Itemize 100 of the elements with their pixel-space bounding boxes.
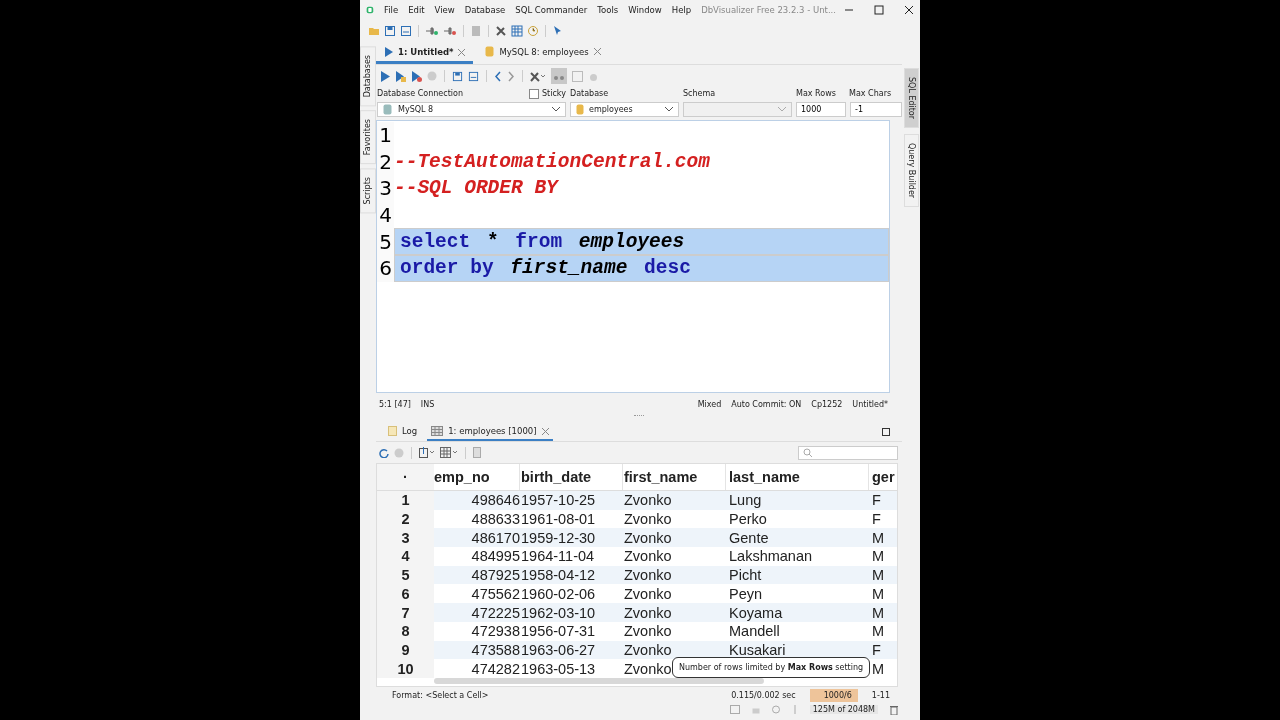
forward-icon[interactable] xyxy=(507,70,515,82)
trash-icon[interactable] xyxy=(890,704,898,715)
row-number: 6 xyxy=(377,584,434,604)
line-number: 3 xyxy=(377,175,394,202)
menu-item[interactable]: Help xyxy=(671,5,692,15)
side-tab[interactable]: SQL Editor xyxy=(903,68,919,129)
refresh-icon[interactable] xyxy=(379,447,389,458)
table-cell: F xyxy=(872,642,881,658)
menu-item[interactable]: File xyxy=(383,5,399,15)
sticky-checkbox[interactable] xyxy=(529,88,539,99)
menu-item[interactable]: Tools xyxy=(597,5,619,15)
connect-icon[interactable] xyxy=(425,25,439,37)
row-number: 7 xyxy=(377,603,434,622)
table-cell: 472225 xyxy=(471,604,520,621)
table-cell: M xyxy=(872,529,885,546)
table-cell: Perko xyxy=(729,510,767,527)
table-cell: F xyxy=(872,510,881,527)
table-cell: 1958-04-12 xyxy=(521,567,596,584)
status-text: INS xyxy=(420,399,435,409)
back-icon[interactable] xyxy=(494,70,502,82)
database-dropdown[interactable]: employees xyxy=(570,101,679,117)
field-label: Schema xyxy=(683,89,716,98)
column-icon[interactable] xyxy=(473,447,481,458)
table-cell: 1957-10-25 xyxy=(521,492,596,509)
save-all-icon[interactable] xyxy=(400,25,412,37)
splitter-handle[interactable] xyxy=(634,415,644,418)
column-header[interactable]: last_name xyxy=(726,464,869,490)
menu-item[interactable]: Window xyxy=(628,5,662,15)
clock-icon[interactable] xyxy=(527,25,539,37)
table-cell: 473588 xyxy=(471,642,520,658)
execution-time: 0.115/0.002 sec xyxy=(731,690,796,700)
row-number: 10 xyxy=(377,659,434,679)
connection-dropdown[interactable]: MySQL 8 xyxy=(377,101,567,117)
column-header[interactable]: emp_no xyxy=(434,464,520,490)
result-tab[interactable]: Log xyxy=(384,426,422,441)
result-tab[interactable]: 1: employees [1000] xyxy=(427,426,553,441)
table-cell: M xyxy=(872,660,885,677)
checkbox-label: Sticky xyxy=(542,89,566,98)
table-cell: Zvonko xyxy=(624,585,672,602)
table-cell: 1959-12-30 xyxy=(521,529,596,546)
table-cell: 488633 xyxy=(471,510,520,527)
document-icon[interactable] xyxy=(470,25,482,37)
grid-icon[interactable] xyxy=(511,25,523,37)
save-as-icon[interactable] xyxy=(468,70,479,82)
maximize-icon[interactable] xyxy=(882,428,890,436)
table-cell: M xyxy=(872,585,885,602)
menu-item[interactable]: View xyxy=(434,5,455,15)
export-icon[interactable] xyxy=(419,447,435,458)
max-chars-field[interactable]: -1 xyxy=(850,101,902,117)
layout-icon[interactable] xyxy=(551,68,567,84)
column-header[interactable]: first_name xyxy=(623,464,726,490)
table-cell: Mandell xyxy=(729,623,780,640)
column-header[interactable]: birth_date xyxy=(520,464,623,490)
line-number: 1 xyxy=(377,122,394,149)
sql-editor[interactable]: 1 2--TestAutomationCentral.com 3--SQL ORDER BY 4 5 select * from employees 6 order by first_name desc xyxy=(376,120,890,393)
column-header[interactable]: ger xyxy=(869,464,897,490)
table-cell: Zvonko xyxy=(624,567,672,584)
row-header-corner: · xyxy=(377,464,434,490)
side-tab[interactable]: Databases xyxy=(360,46,376,107)
database-icon xyxy=(576,103,585,115)
menu-item[interactable]: Edit xyxy=(408,5,425,15)
close-icon[interactable] xyxy=(904,5,914,15)
table-cell: 484995 xyxy=(471,548,520,565)
table-cell: Zvonko xyxy=(624,492,672,509)
search-field[interactable] xyxy=(798,445,898,460)
folder-icon[interactable] xyxy=(368,25,380,37)
table-cell: Lung xyxy=(729,492,762,509)
table-cell: 1963-06-27 xyxy=(521,642,596,658)
run-current-icon[interactable] xyxy=(395,70,406,82)
table-cell: Zvonko xyxy=(624,660,672,677)
maximize-icon[interactable] xyxy=(874,5,884,15)
run-icon[interactable] xyxy=(380,70,390,82)
table-cell: 472938 xyxy=(471,623,520,640)
side-tab[interactable]: Scripts xyxy=(360,168,376,214)
line-number: 2 xyxy=(377,148,394,176)
run-script-icon[interactable] xyxy=(411,70,422,82)
save-icon[interactable] xyxy=(452,70,463,82)
max-rows-field[interactable]: 1000 xyxy=(796,101,846,117)
editor-tab[interactable]: MySQL 8: employees xyxy=(477,46,609,64)
table-cell: 475562 xyxy=(471,585,520,602)
row-count-badge[interactable]: 1000/6 xyxy=(809,688,858,702)
side-tab[interactable]: Query Builder xyxy=(903,134,919,208)
status-text: Cp1252 xyxy=(811,399,843,409)
menu-item[interactable]: Database xyxy=(464,5,506,15)
code-line: --SQL ORDER BY xyxy=(394,176,560,202)
editor-tab[interactable]: 1: Untitled* xyxy=(376,47,474,64)
table-cell: 498646 xyxy=(471,492,520,509)
disconnect-icon[interactable] xyxy=(443,25,457,37)
table-cell: M xyxy=(872,623,885,640)
field-label: Max Chars xyxy=(849,89,892,98)
save-icon[interactable] xyxy=(384,25,396,37)
grid-icon[interactable] xyxy=(440,447,458,458)
table-cell: 1956-07-31 xyxy=(521,623,596,640)
table-cell: 1961-08-01 xyxy=(521,510,596,527)
table-cell: Kusakari xyxy=(729,642,786,658)
side-tab[interactable]: Favorites xyxy=(360,110,376,165)
table-cell: Zvonko xyxy=(624,529,672,546)
chevron-down-icon xyxy=(552,106,561,112)
scrollbar-thumb[interactable] xyxy=(434,678,764,685)
menu-item[interactable]: SQL Commander xyxy=(515,5,588,15)
